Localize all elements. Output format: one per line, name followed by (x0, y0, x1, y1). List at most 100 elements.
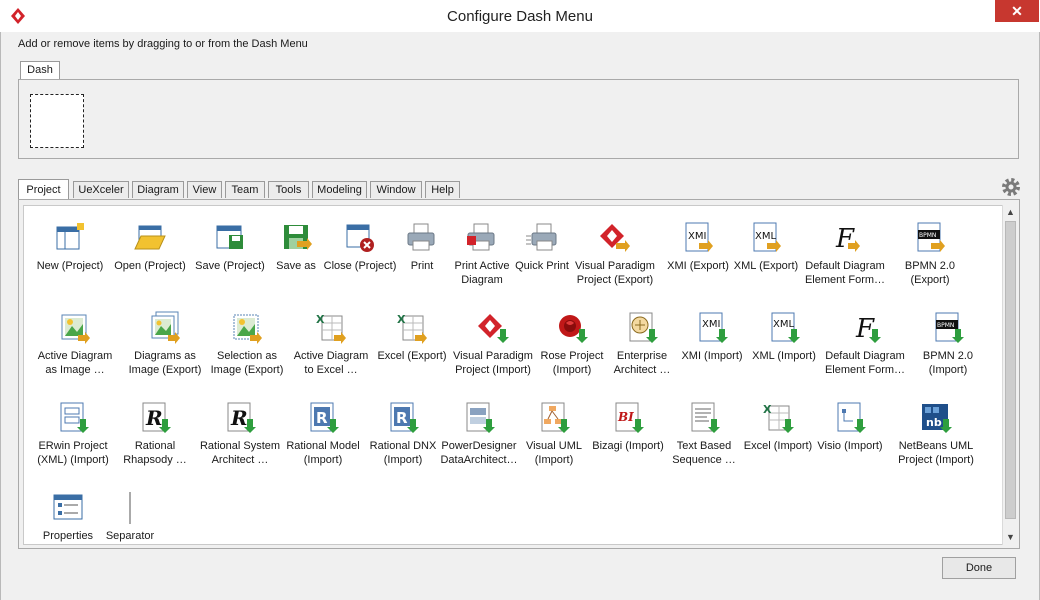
svg-text:R: R (230, 406, 248, 430)
properties-icon (53, 494, 83, 520)
item-separator[interactable]: Separator (90, 482, 170, 544)
rational-model-icon: R (310, 402, 339, 433)
item-rational-rhapsody[interactable]: R Rational Rhapsody … (112, 392, 198, 472)
item-diagrams-image[interactable]: Diagrams as Image (Export) (120, 302, 210, 382)
svg-text:R: R (316, 409, 328, 427)
close-window-button[interactable]: ✕ (995, 0, 1039, 22)
item-label: Default Diagram Element Form… (824, 350, 906, 376)
item-label: BPMN 2.0 (Import) (922, 350, 974, 376)
window-title: Configure Dash Menu (447, 8, 593, 25)
item-visual-uml[interactable]: Visual UML (Import) (514, 392, 594, 472)
item-label: Selection as Image (Export) (210, 350, 284, 376)
item-default-diagram-import[interactable]: F Default Diagram Element Form… (820, 302, 910, 382)
tab-help[interactable]: Help (425, 181, 460, 198)
scroll-thumb[interactable] (1005, 221, 1016, 519)
done-button[interactable]: Done (942, 557, 1016, 579)
item-excel-import[interactable]: X Excel (Import) (736, 392, 820, 472)
gear-icon[interactable] (1001, 177, 1021, 197)
instruction-text: Add or remove items by dragging to or fr… (18, 38, 308, 50)
item-label: Diagrams as Image (Export) (128, 350, 202, 376)
item-text-sequence[interactable]: Text Based Sequence … (662, 392, 746, 472)
item-enterprise-architect[interactable]: Enterprise Architect … (602, 302, 682, 382)
item-label: XML (Export) (733, 260, 799, 272)
item-xmi-import[interactable]: XMI XMI (Import) (672, 302, 752, 382)
item-rose-import[interactable]: Rose Project (Import) (532, 302, 612, 382)
item-excel-export[interactable]: X Excel (Export) (370, 302, 454, 382)
tab-dash[interactable]: Dash (20, 61, 60, 80)
item-visio-import[interactable]: Visio (Import) (810, 392, 890, 472)
svg-text:X: X (397, 313, 406, 326)
tab-window[interactable]: Window (370, 181, 422, 198)
vertical-scrollbar[interactable]: ▲ ▼ (1002, 205, 1017, 545)
items-panel: New (Project) Open (Project) Save (Proje… (18, 199, 1020, 549)
svg-text:BI: BI (617, 410, 634, 424)
item-label: Rational System Architect … (199, 440, 281, 466)
item-label: BPMN 2.0 (Export) (904, 260, 956, 286)
tab-tools[interactable]: Tools (268, 181, 309, 198)
item-bpmn-export[interactable]: BPMN BPMN 2.0 (Export) (890, 212, 970, 292)
scroll-up-arrow-icon[interactable]: ▲ (1003, 205, 1018, 220)
dash-drop-slot[interactable] (30, 94, 84, 148)
xml-import-icon: XML (771, 312, 800, 343)
item-open-project[interactable]: Open (Project) (110, 212, 190, 292)
item-label: Open (Project) (114, 260, 186, 272)
visual-uml-icon (541, 402, 570, 433)
item-label: ERwin Project (XML) (Import) (37, 440, 109, 466)
item-label: Bizagi (Import) (592, 440, 664, 452)
item-label: New (Project) (36, 260, 104, 272)
tab-uexceler[interactable]: UeXceler (73, 181, 129, 198)
item-vp-project-export[interactable]: Visual Paradigm Project (Export) (570, 212, 660, 292)
tab-team[interactable]: Team (225, 181, 265, 198)
scroll-down-arrow-icon[interactable]: ▼ (1003, 530, 1018, 545)
item-rational-model[interactable]: R Rational Model (Import) (278, 392, 368, 472)
rational-rhapsody-icon: R (142, 402, 171, 433)
selection-image-icon (233, 314, 262, 344)
tab-project[interactable]: Project (18, 179, 69, 199)
rational-system-architect-icon: R (227, 402, 256, 433)
item-bpmn-import[interactable]: BPMN BPMN 2.0 (Import) (908, 302, 988, 382)
dash-menu-panel[interactable] (18, 79, 1019, 159)
items-grid: New (Project) Open (Project) Save (Proje… (23, 205, 1003, 545)
item-vp-project-import[interactable]: Visual Paradigm Project (Import) (448, 302, 538, 382)
svg-text:BPMN: BPMN (937, 322, 954, 329)
item-label: Active Diagram to Excel … (293, 350, 369, 376)
item-selection-image[interactable]: Selection as Image (Export) (202, 302, 292, 382)
xmi-export-icon: XMI (685, 222, 713, 252)
item-xml-export[interactable]: XML XML (Export) (726, 212, 806, 292)
item-xml-import[interactable]: XML XML (Import) (744, 302, 824, 382)
excel-import-icon: X (763, 403, 794, 433)
item-powerdesigner[interactable]: PowerDesigner DataArchitect… (434, 392, 524, 472)
bpmn-import-icon: BPMN (935, 312, 964, 343)
item-erwin-import[interactable]: ERwin Project (XML) (Import) (30, 392, 116, 472)
item-bizagi[interactable]: BI Bizagi (Import) (588, 392, 668, 472)
item-label: XMI (Import) (681, 350, 743, 362)
item-label: Excel (Import) (743, 440, 813, 452)
svg-text:X: X (316, 313, 325, 326)
item-label: NetBeans UML Project (Import) (898, 440, 974, 466)
item-label: Rational Model (Import) (286, 440, 360, 466)
active-diagram-image-icon (61, 314, 90, 344)
item-new-project[interactable]: New (Project) (30, 212, 110, 292)
item-default-diagram-export[interactable]: F Default Diagram Element Form… (800, 212, 890, 292)
svg-text:XMI: XMI (688, 231, 706, 242)
item-active-diagram-image[interactable]: Active Diagram as Image … (30, 302, 120, 382)
item-label: Rational Rhapsody … (123, 440, 187, 466)
item-active-diagram-excel[interactable]: X Active Diagram to Excel … (286, 302, 376, 382)
vp-export-icon (600, 224, 630, 252)
item-label: Excel (Export) (377, 350, 447, 362)
item-label: Visio (Import) (817, 440, 883, 452)
item-label: Visual Paradigm Project (Import) (453, 350, 533, 376)
bpmn-export-icon: BPMN (917, 222, 945, 252)
item-label: Default Diagram Element Form… (804, 260, 886, 286)
svg-text:nb: nb (926, 416, 942, 429)
save-project-icon (216, 225, 243, 249)
tab-diagram[interactable]: Diagram (132, 181, 184, 198)
tab-view[interactable]: View (187, 181, 222, 198)
default-diagram-element-icon: F (835, 224, 860, 254)
tab-modeling[interactable]: Modeling (312, 181, 367, 198)
separator-icon (129, 492, 131, 524)
svg-text:F: F (835, 224, 855, 254)
active-diagram-excel-icon: X (316, 313, 346, 344)
item-netbeans-import[interactable]: nb NetBeans UML Project (Import) (888, 392, 984, 472)
item-rational-system-architect[interactable]: R Rational System Architect … (190, 392, 290, 472)
